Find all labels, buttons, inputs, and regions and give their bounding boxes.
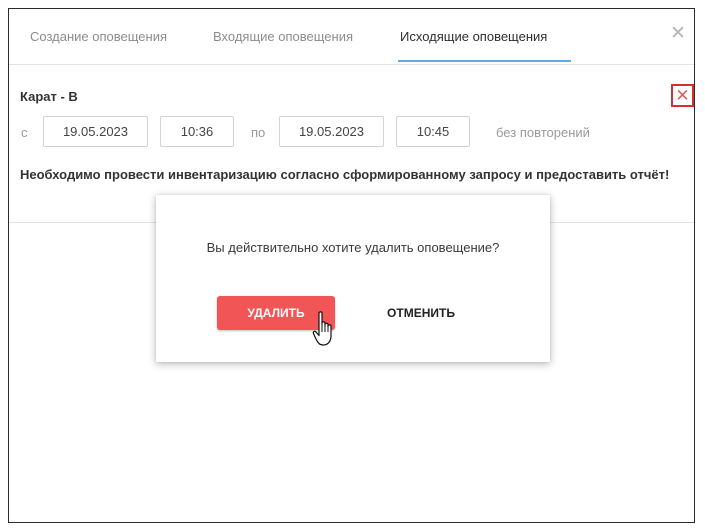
repeat-select[interactable]: без повторений	[496, 125, 590, 140]
active-tab-indicator	[398, 60, 571, 62]
date-from-field[interactable]: 19.05.2023	[43, 116, 148, 147]
notification-title: Карат - В	[20, 89, 78, 104]
tab-outgoing-notifications[interactable]: Исходящие оповещения	[400, 29, 547, 44]
tab-bar: Создание оповещения Входящие оповещения …	[9, 9, 694, 65]
time-to-field[interactable]: 10:45	[396, 116, 470, 147]
dialog-message: Вы действительно хотите удалить оповещен…	[206, 240, 500, 255]
confirm-delete-dialog: Вы действительно хотите удалить оповещен…	[156, 195, 550, 362]
tab-create-notification[interactable]: Создание оповещения	[30, 29, 167, 44]
delete-notification-icon[interactable]: ✕	[671, 84, 694, 107]
hand-pointer-icon	[312, 311, 332, 346]
close-icon[interactable]: ✕	[667, 23, 689, 45]
from-label: с	[21, 125, 28, 140]
notification-message: Необходимо провести инвентаризацию согла…	[20, 167, 670, 182]
time-from-field[interactable]: 10:36	[160, 116, 234, 147]
cancel-button[interactable]: ОТМЕНИТЬ	[371, 296, 471, 330]
notifications-window: Создание оповещения Входящие оповещения …	[8, 8, 695, 523]
to-label: по	[251, 125, 266, 140]
date-to-field[interactable]: 19.05.2023	[279, 116, 384, 147]
tab-incoming-notifications[interactable]: Входящие оповещения	[213, 29, 353, 44]
